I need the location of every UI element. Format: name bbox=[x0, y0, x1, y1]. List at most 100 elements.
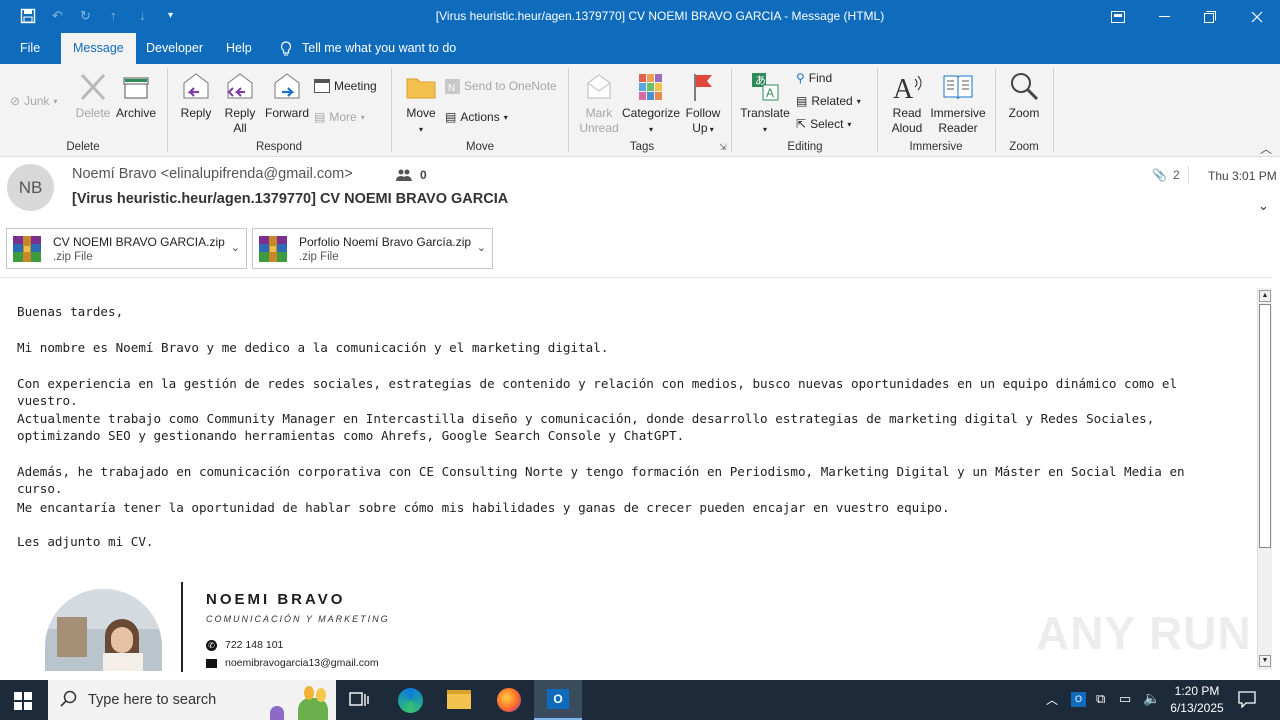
send-to-onenote-label: Send to OneNote bbox=[464, 79, 557, 93]
ribbon-separator bbox=[1053, 68, 1054, 152]
more-respond-button[interactable]: ▤ More ▾ bbox=[314, 107, 365, 127]
firefox-icon[interactable] bbox=[497, 688, 521, 712]
lightbulb-icon bbox=[280, 40, 292, 55]
reply-button[interactable]: Reply bbox=[176, 70, 216, 121]
chevron-down-icon[interactable]: ⌄ bbox=[231, 241, 240, 254]
expand-header-icon[interactable]: ⌄ bbox=[1258, 198, 1269, 214]
delete-x-icon bbox=[80, 73, 106, 101]
meeting-button[interactable]: Meeting bbox=[314, 76, 377, 96]
body-paragraph: Con experiencia en la gestión de redes s… bbox=[17, 376, 1185, 408]
mark-unread-icon bbox=[587, 74, 611, 99]
ribbon-separator bbox=[731, 68, 732, 152]
follow-up-button[interactable]: Follow Up ▾ bbox=[683, 70, 723, 137]
follow-up-label-1: Follow bbox=[685, 106, 721, 120]
select-label: Select bbox=[810, 117, 844, 131]
meeting-label: Meeting bbox=[334, 79, 377, 93]
read-aloud-button[interactable]: A Read Aloud bbox=[886, 70, 928, 136]
body-paragraph: Actualmente trabajo como Community Manag… bbox=[17, 411, 1162, 443]
group-tags-label: Tags bbox=[629, 141, 655, 153]
mark-unread-button[interactable]: Mark Unread bbox=[578, 70, 620, 136]
tab-developer[interactable]: Developer bbox=[146, 33, 203, 64]
zoom-button[interactable]: Zoom bbox=[1004, 70, 1044, 121]
outlook-taskbar-button[interactable]: O bbox=[534, 680, 582, 720]
archive-label: Archive bbox=[115, 106, 156, 120]
move-button[interactable]: Move ▾ bbox=[402, 70, 440, 137]
task-view-icon[interactable] bbox=[349, 691, 369, 712]
junk-icon: ⊘ bbox=[10, 94, 21, 108]
tab-file[interactable]: File bbox=[20, 33, 40, 64]
tab-message[interactable]: Message bbox=[61, 33, 136, 64]
windows-start-icon[interactable] bbox=[14, 692, 32, 713]
magnifier-icon bbox=[1011, 73, 1039, 101]
send-to-onenote-button[interactable]: N Send to OneNote bbox=[445, 76, 557, 96]
received-date: Thu 3:01 PM bbox=[1208, 169, 1277, 183]
translate-button[interactable]: あA Translate ▾ bbox=[740, 70, 790, 137]
phone-icon: ✆ bbox=[206, 639, 217, 651]
reply-label: Reply bbox=[180, 106, 212, 120]
mark-unread-label-1: Mark bbox=[585, 106, 613, 120]
tab-help[interactable]: Help bbox=[226, 33, 252, 64]
ribbon-separator bbox=[995, 68, 996, 152]
notifications-icon[interactable] bbox=[1238, 690, 1256, 711]
tray-device-icon[interactable]: ⧉ bbox=[1096, 691, 1105, 707]
actions-button[interactable]: ▤ Actions ▾ bbox=[445, 107, 508, 127]
reply-all-button[interactable]: Reply All bbox=[220, 70, 260, 136]
reply-all-label-1: Reply bbox=[224, 106, 256, 120]
scroll-down-arrow-icon[interactable]: ▼ bbox=[1259, 655, 1271, 667]
tray-chevron-up-icon[interactable]: ︿ bbox=[1046, 691, 1058, 708]
delete-button[interactable]: Delete bbox=[74, 70, 112, 121]
network-icon[interactable]: ▭ bbox=[1119, 691, 1131, 707]
collapse-ribbon-icon[interactable]: ︿ bbox=[1260, 140, 1272, 157]
tray-outlook-icon[interactable]: O bbox=[1071, 692, 1086, 707]
archive-button[interactable]: Archive bbox=[114, 70, 158, 121]
signature-phone-value: 722 148 101 bbox=[225, 639, 284, 651]
file-explorer-icon[interactable] bbox=[447, 690, 471, 709]
scroll-thumb[interactable] bbox=[1259, 304, 1271, 548]
people-count[interactable]: 0 bbox=[396, 168, 427, 182]
select-button[interactable]: ⇱ Select ▾ bbox=[796, 114, 851, 134]
attachment-item[interactable]: CV NOEMI BRAVO GARCIA.zip .zip File ⌄ bbox=[6, 228, 247, 269]
categorize-button[interactable]: Categorize ▾ bbox=[622, 70, 680, 137]
scroll-up-arrow-icon[interactable]: ▲ bbox=[1259, 290, 1271, 302]
tell-me-box[interactable]: Tell me what you want to do bbox=[280, 33, 456, 64]
attachment-item[interactable]: Porfolio Noemí Bravo García.zip .zip Fil… bbox=[252, 228, 493, 269]
window-title: [Virus heuristic.heur/agen.1379770] CV N… bbox=[435, 9, 885, 23]
move-label: Move bbox=[406, 106, 436, 120]
close-button[interactable] bbox=[1234, 0, 1280, 33]
related-button[interactable]: ▤ Related ▾ bbox=[796, 91, 861, 111]
volume-icon[interactable]: 🔈 bbox=[1143, 690, 1160, 707]
related-icon: ▤ bbox=[796, 94, 808, 108]
minimize-button[interactable] bbox=[1141, 0, 1187, 33]
chevron-down-icon[interactable]: ⌄ bbox=[477, 241, 486, 254]
signature-email[interactable]: noemibravogarcia13@gmail.com bbox=[206, 657, 379, 669]
taskbar-search-box[interactable]: Type here to search bbox=[48, 680, 336, 720]
junk-button[interactable]: ⊘ Junk ▾ bbox=[10, 91, 57, 111]
immersive-reader-button[interactable]: Immersive Reader bbox=[929, 70, 987, 136]
read-aloud-icon: A bbox=[893, 74, 922, 104]
signature-email-value: noemibravogarcia13@gmail.com bbox=[225, 657, 379, 669]
ribbon-display-options-icon[interactable] bbox=[1095, 0, 1141, 33]
zoom-label: Zoom bbox=[1008, 106, 1040, 120]
signature-name: NOEMI BRAVO bbox=[206, 591, 346, 608]
search-icon: ⚲ bbox=[796, 71, 805, 85]
mark-unread-label-2: Unread bbox=[579, 121, 619, 135]
forward-button[interactable]: Forward bbox=[263, 70, 311, 121]
subject: [Virus heuristic.heur/agen.1379770] CV N… bbox=[72, 191, 509, 207]
edge-browser-icon[interactable] bbox=[398, 688, 423, 713]
chevron-down-icon: ▾ bbox=[418, 125, 423, 134]
people-count-value: 0 bbox=[420, 168, 427, 182]
sender[interactable]: Noemí Bravo <elinalupifrenda@gmail.com> bbox=[72, 166, 353, 182]
find-label: Find bbox=[808, 71, 833, 85]
search-placeholder: Type here to search bbox=[88, 692, 217, 708]
find-button[interactable]: ⚲ Find bbox=[796, 68, 832, 88]
attachment-count: 📎 2 bbox=[1152, 168, 1180, 182]
flag-icon bbox=[694, 74, 712, 101]
restore-button[interactable] bbox=[1187, 0, 1233, 33]
clock[interactable]: 1:20 PM 6/13/2025 bbox=[1162, 683, 1232, 717]
categorize-icon bbox=[639, 74, 662, 100]
group-editing-label: Editing bbox=[787, 141, 823, 153]
ribbon-separator bbox=[568, 68, 569, 152]
follow-up-label-2: Up bbox=[692, 121, 708, 135]
vertical-scrollbar[interactable]: ▲ ▼ bbox=[1257, 288, 1272, 670]
dialog-launcher-icon[interactable]: ⇲ bbox=[719, 142, 727, 153]
